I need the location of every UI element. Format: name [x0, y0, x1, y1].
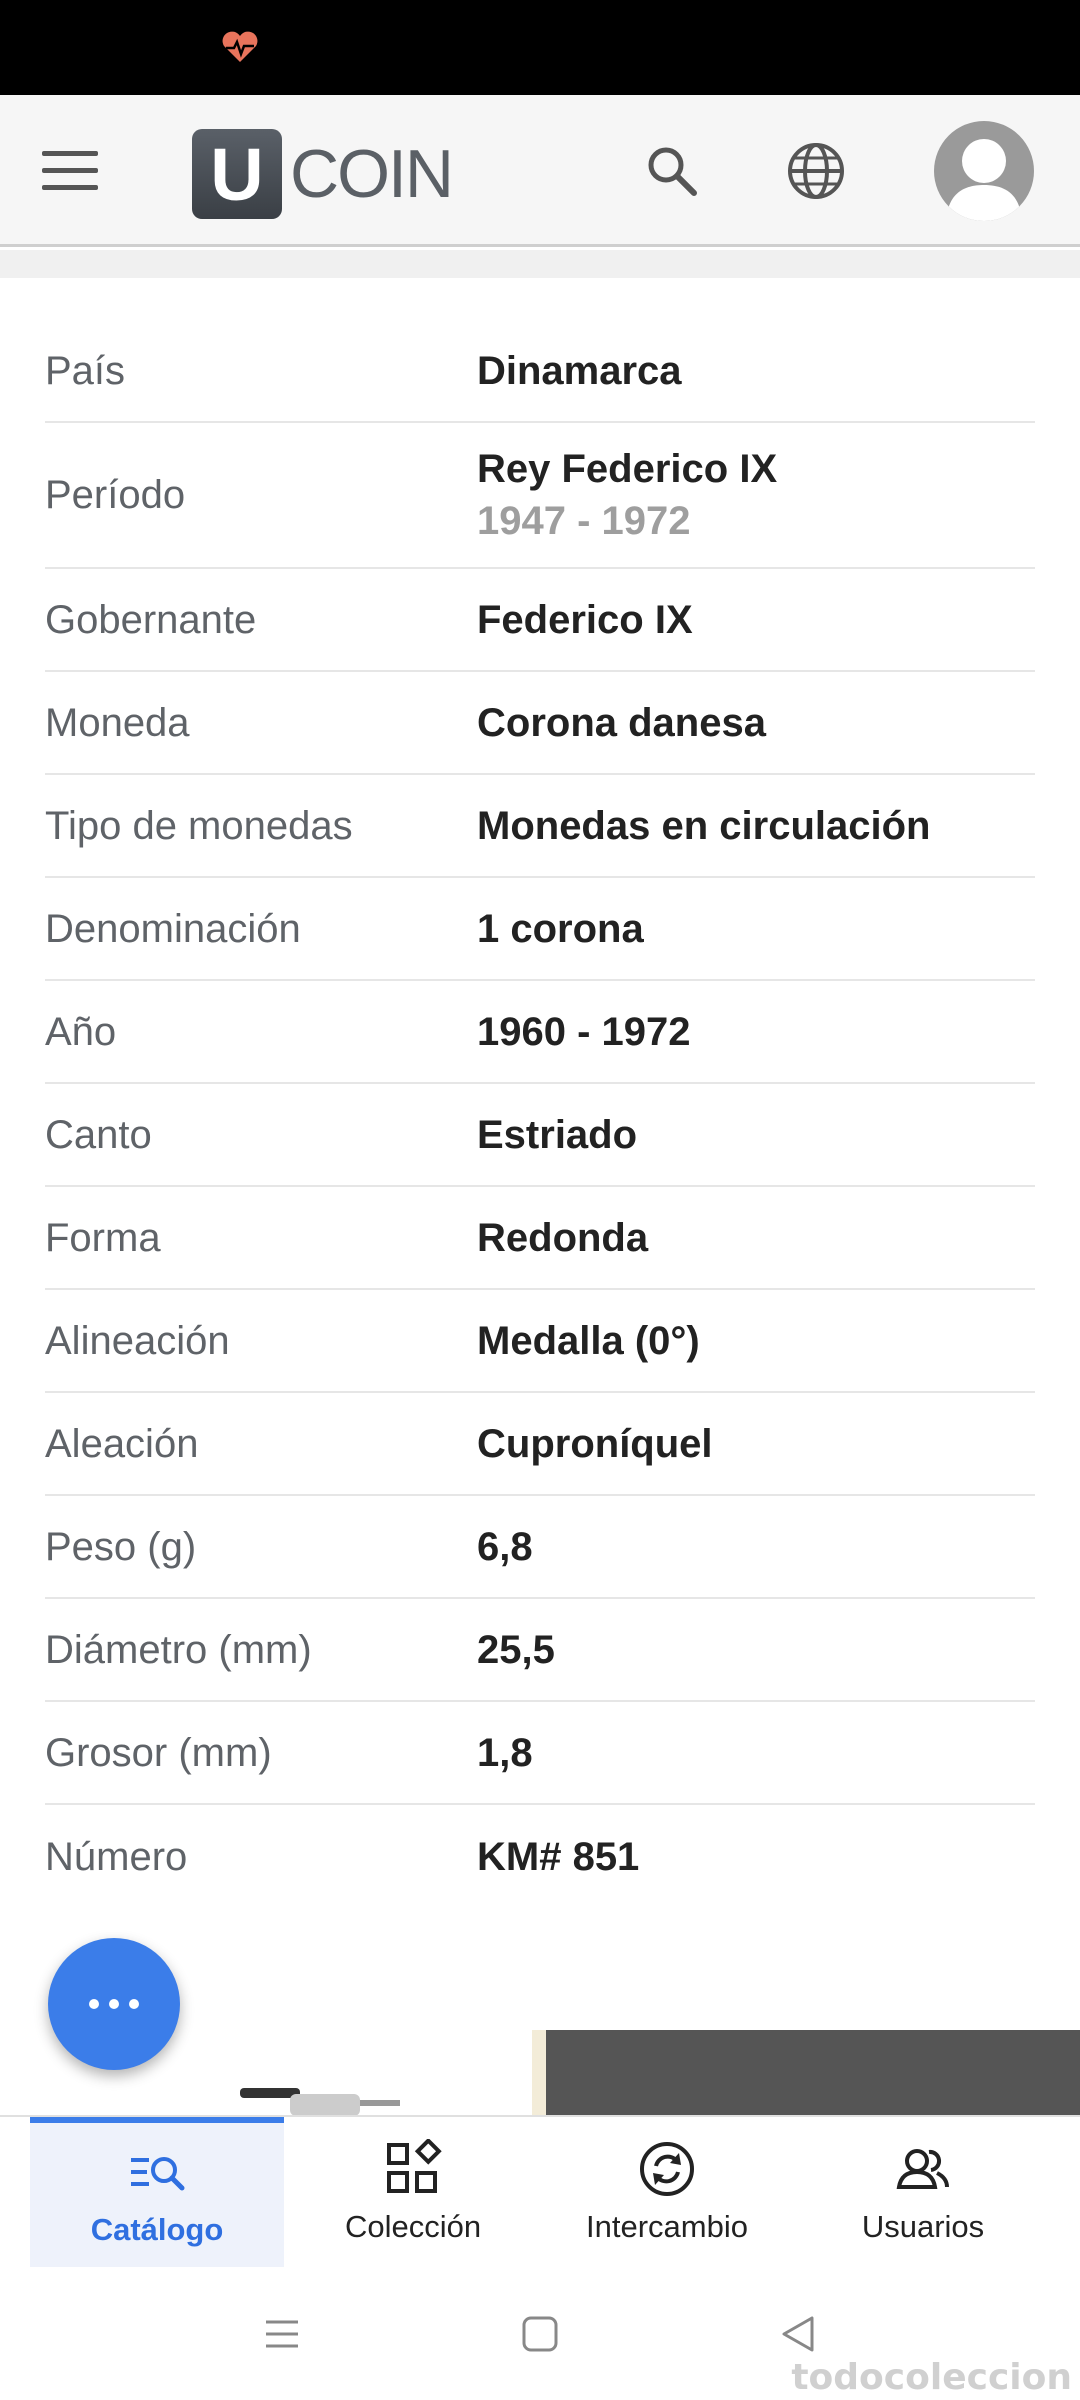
detail-value: Corona danesa: [477, 700, 766, 745]
system-navigation-bar: todocoleccion: [0, 2270, 1080, 2400]
detail-value: Redonda: [477, 1215, 649, 1260]
bottom-navigation: Catálogo Colección Intercambio Usuarios: [0, 2115, 1080, 2270]
detail-value: Estriado: [477, 1112, 638, 1157]
detail-value: 25,5: [477, 1627, 555, 1672]
detail-label: País: [45, 348, 126, 393]
nav-label: Usuarios: [861, 2209, 985, 2244]
coin-details-table: País Dinamarca Período Rey Federico IX 1…: [45, 320, 1035, 1908]
detail-label: Tipo de monedas: [45, 803, 353, 848]
detail-label: Grosor (mm): [45, 1730, 272, 1775]
detail-value: 1 corona: [477, 906, 644, 951]
detail-row-peso: Peso (g) 6,8: [45, 1496, 1035, 1599]
health-heart-icon: [222, 31, 258, 62]
detail-row-diametro: Diámetro (mm) 25,5: [45, 1599, 1035, 1702]
logo-mark: U: [192, 129, 282, 219]
detail-row-grosor: Grosor (mm) 1,8: [45, 1702, 1035, 1805]
detail-row-forma: Forma Redonda: [45, 1187, 1035, 1290]
detail-value: 6,8: [477, 1524, 533, 1569]
detail-row-denominacion: Denominación 1 corona: [45, 878, 1035, 981]
detail-value: Medalla (0°): [477, 1318, 700, 1363]
user-silhouette-icon: [946, 139, 1022, 221]
globe-language-icon[interactable]: [784, 139, 848, 203]
nav-label: Catálogo: [90, 2212, 224, 2247]
collection-grid-icon: [387, 2139, 442, 2193]
detail-value-link[interactable]: Federico IX: [477, 574, 1035, 666]
detail-label: Año: [45, 1009, 117, 1054]
detail-row-tipo: Tipo de monedas Monedas en circulación: [45, 775, 1035, 878]
dot-icon: [89, 1999, 99, 2009]
detail-value: Monedas en circulación: [477, 803, 931, 848]
detail-value: 1960 - 1972: [477, 1009, 691, 1054]
status-bar: [0, 0, 1080, 95]
nav-catalogo[interactable]: Catálogo: [30, 2117, 284, 2267]
more-actions-button[interactable]: [48, 1938, 180, 2070]
dot-icon: [109, 1999, 119, 2009]
detail-value: Cuproníquel: [477, 1421, 713, 1466]
detail-label: Forma: [45, 1215, 161, 1260]
nav-intercambio[interactable]: Intercambio: [540, 2117, 794, 2267]
detail-row-periodo: Período Rey Federico IX 1947 - 1972: [45, 423, 1035, 569]
detail-label: Canto: [45, 1112, 152, 1157]
exchange-sync-icon: [640, 2142, 694, 2196]
detail-value: 1,8: [477, 1730, 533, 1775]
detail-row-pais: País Dinamarca: [45, 320, 1035, 423]
detail-label: Número: [45, 1834, 188, 1879]
detail-label: Moneda: [45, 700, 190, 745]
detail-value: Dinamarca: [477, 348, 682, 393]
detail-value: KM# 851: [477, 1834, 640, 1879]
nav-label: Intercambio: [586, 2209, 748, 2244]
back-icon[interactable]: [778, 2314, 818, 2354]
detail-label: Diámetro (mm): [45, 1627, 312, 1672]
detail-row-gobernante: Gobernante Federico IX: [45, 569, 1035, 672]
coin-photo[interactable]: [532, 2030, 1080, 2116]
ucoin-logo[interactable]: U COIN: [192, 129, 454, 219]
detail-label: Denominación: [45, 906, 301, 951]
detail-row-alineacion: Alineación Medalla (0°): [45, 1290, 1035, 1393]
period-name[interactable]: Rey Federico IX: [477, 447, 777, 491]
detail-label: Alineación: [45, 1318, 230, 1363]
detail-row-aleacion: Aleación Cuproníquel: [45, 1393, 1035, 1496]
detail-label: Peso (g): [45, 1524, 197, 1569]
content-top-edge: [0, 250, 1080, 278]
search-icon[interactable]: [640, 139, 704, 203]
menu-icon[interactable]: [42, 151, 100, 191]
detail-row-ano: Año 1960 - 1972: [45, 981, 1035, 1084]
detail-row-canto: Canto Estriado: [45, 1084, 1035, 1187]
detail-label: Período: [45, 473, 186, 517]
avatar[interactable]: [934, 121, 1034, 221]
recent-apps-icon[interactable]: [262, 2314, 302, 2354]
period-years: 1947 - 1972: [477, 499, 691, 543]
detail-row-numero: Número KM# 851: [45, 1805, 1035, 1908]
logo-text: COIN: [290, 136, 454, 212]
users-icon: [896, 2149, 949, 2189]
nav-usuarios[interactable]: Usuarios: [796, 2117, 1050, 2267]
coin-image-thumbnail[interactable]: [230, 2080, 420, 2116]
watermark: todocoleccion: [791, 2357, 1072, 2398]
dot-icon: [129, 1999, 139, 2009]
detail-row-moneda: Moneda Corona danesa: [45, 672, 1035, 775]
detail-label: Gobernante: [45, 597, 257, 642]
app-bar: U COIN: [0, 95, 1080, 247]
detail-label: Aleación: [45, 1421, 199, 1466]
home-icon[interactable]: [520, 2314, 560, 2354]
nav-coleccion[interactable]: Colección: [286, 2117, 540, 2267]
catalog-search-icon: [131, 2157, 185, 2191]
nav-label: Colección: [344, 2209, 482, 2244]
detail-value-link[interactable]: Rey Federico IX 1947 - 1972: [477, 423, 1035, 567]
